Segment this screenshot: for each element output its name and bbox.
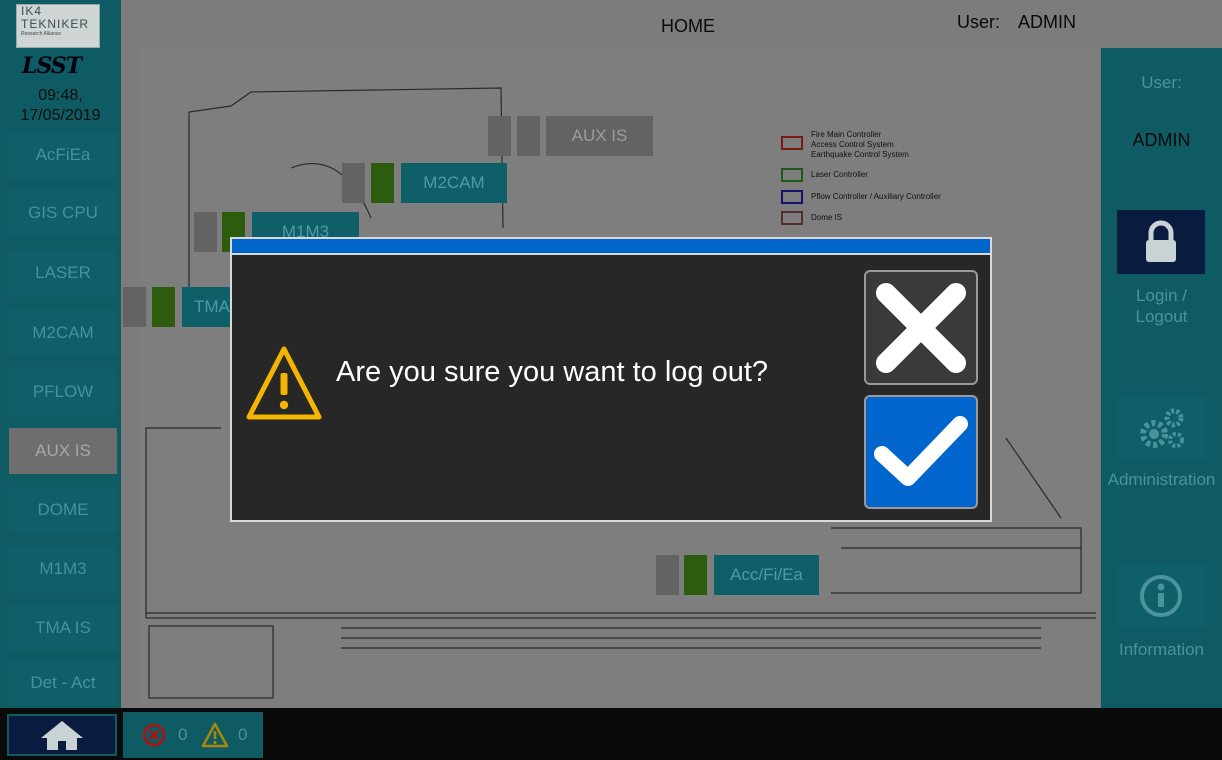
tekniker-logo: IK4 TEKNIKER Research Alliance: [16, 4, 100, 48]
zone-aux-is[interactable]: AUX IS: [546, 116, 653, 156]
legend-text-fire: Fire Main Controller Access Control Syst…: [811, 130, 909, 159]
top-user-info: User: ADMIN: [957, 12, 1076, 33]
home-button[interactable]: [7, 714, 117, 756]
aux-is-status-1: [488, 116, 511, 156]
logo-line3: Research Alliance: [21, 31, 62, 37]
tma-status-2: [152, 287, 175, 327]
right-sidebar: User: ADMIN Login / Logout Administratio…: [1101, 48, 1222, 708]
top-user-label: User:: [957, 12, 1001, 32]
sidebar-item-aux-is[interactable]: AUX IS: [9, 428, 117, 474]
legend-text-pflow: Pflow Controller / Auxiliary Controller: [811, 192, 941, 201]
error-icon: [142, 723, 166, 747]
accfiea-status-1: [656, 555, 679, 595]
m1m3-status-1: [194, 212, 217, 252]
clock: 09:48, 17/05/2019: [0, 86, 121, 126]
aux-is-status-2: [517, 116, 540, 156]
tma-status-1: [123, 287, 146, 327]
information-label[interactable]: Information: [1101, 639, 1222, 660]
warning-icon: [246, 346, 322, 420]
gears-icon[interactable]: [1117, 396, 1205, 460]
info-icon[interactable]: [1117, 564, 1205, 628]
warning-icon: [201, 722, 229, 748]
right-user-label: User:: [1141, 73, 1182, 92]
sidebar-item-pflow[interactable]: PFLOW: [9, 369, 117, 415]
error-count: 0: [178, 725, 188, 744]
sidebar-item-acfiea[interactable]: AcFiEa: [9, 132, 117, 178]
sidebar-item-m2cam[interactable]: M2CAM: [9, 310, 117, 356]
checkmark-icon: [874, 416, 968, 486]
m2cam-status-1: [342, 163, 365, 203]
zone-m2cam[interactable]: M2CAM: [401, 163, 507, 203]
lsst-logo: LSST: [22, 53, 82, 79]
legend-swatch-pflow: [781, 190, 803, 204]
sidebar-item-dome[interactable]: DOME: [9, 487, 117, 533]
top-user-value: ADMIN: [1018, 12, 1077, 32]
legend-swatch-dome: [781, 211, 803, 225]
logo-line2: TEKNIKER: [21, 17, 90, 31]
dialog-message: Are you sure you want to log out?: [336, 356, 769, 388]
lock-icon[interactable]: [1117, 210, 1205, 274]
m2cam-status-2: [371, 163, 394, 203]
sidebar-item-m1m3[interactable]: M1M3: [9, 546, 117, 592]
dialog-header: [232, 239, 990, 255]
right-user-value: ADMIN: [1132, 130, 1191, 150]
zone-accfiea[interactable]: Acc/Fi/Ea: [714, 555, 819, 595]
legend-text-laser: Laser Controller: [811, 170, 868, 179]
login-logout-label[interactable]: Login / Logout: [1101, 285, 1222, 327]
accfiea-status-2: [684, 555, 707, 595]
close-icon: [876, 282, 966, 373]
home-icon: [41, 721, 83, 750]
legend-swatch-fire: [781, 136, 803, 150]
legend-swatch-laser: [781, 168, 803, 182]
clock-date: 17/05/2019: [20, 107, 101, 124]
sidebar-item-laser[interactable]: LASER: [9, 250, 117, 296]
alarm-summary[interactable]: 0 0: [123, 712, 263, 758]
page-title: HOME: [661, 16, 715, 36]
sidebar-item-tma-is[interactable]: TMA IS: [9, 605, 117, 651]
top-bar: HOME User: ADMIN: [121, 0, 1101, 48]
confirm-button[interactable]: [864, 395, 978, 509]
warning-count: 0: [238, 725, 248, 744]
logout-dialog: Are you sure you want to log out?: [230, 237, 992, 522]
legend-text-dome: Dome IS: [811, 213, 843, 222]
cancel-button[interactable]: [864, 270, 978, 385]
sidebar-item-det-act[interactable]: Det - Act: [9, 660, 117, 706]
sidebar-item-gis-cpu[interactable]: GIS CPU: [9, 190, 117, 236]
clock-time: 09:48,: [38, 87, 83, 104]
administration-label[interactable]: Administration: [1101, 469, 1222, 490]
